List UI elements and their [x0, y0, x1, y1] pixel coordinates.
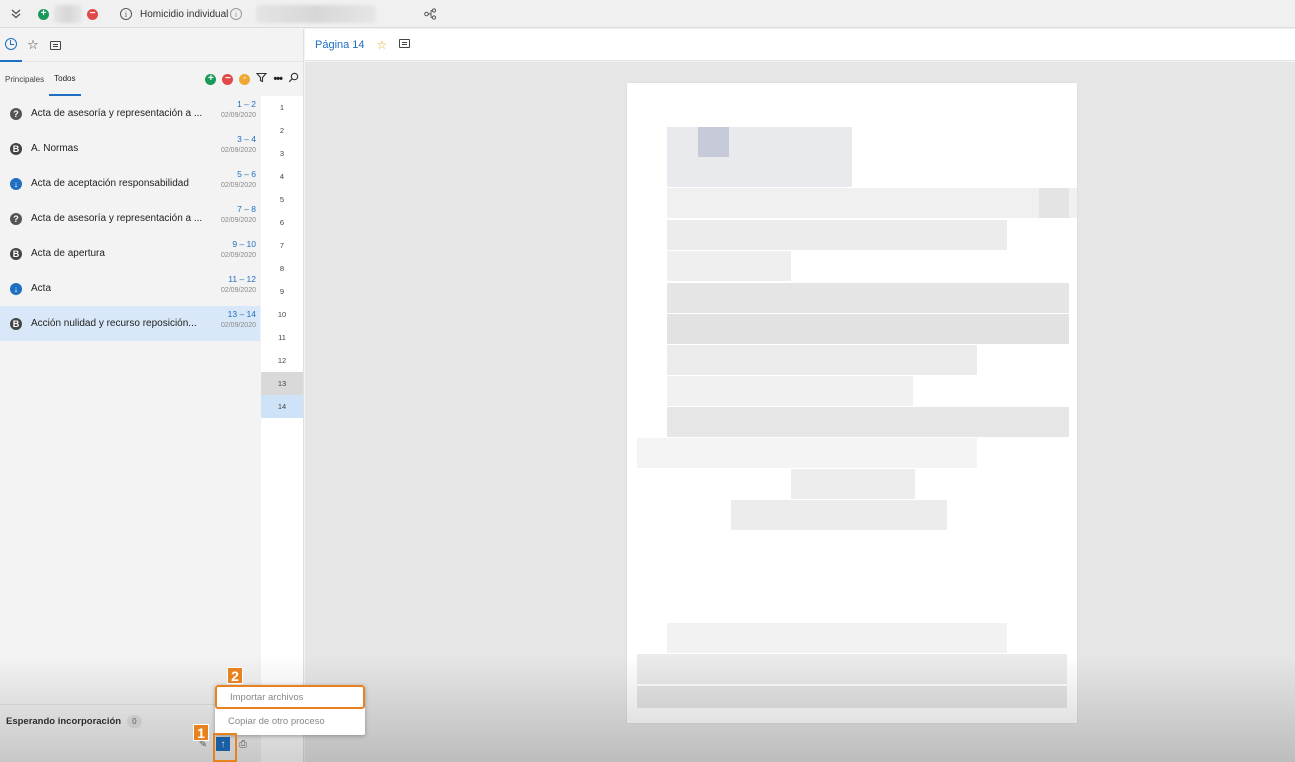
redacted-field — [54, 5, 82, 23]
filter-bar: Principales Todos + − · ••• — [0, 62, 303, 96]
comment-icon[interactable] — [399, 38, 411, 51]
b-icon: B — [10, 247, 22, 260]
list-item[interactable]: B A. Normas 3 – 4 02/09/2020 — [0, 131, 260, 166]
waiting-count-badge: 0 — [127, 714, 142, 728]
comment-icon — [49, 40, 61, 50]
page-title: Página 14 — [315, 38, 365, 51]
document-title: A. Normas — [31, 143, 79, 154]
redacted-case-number — [256, 5, 376, 23]
page-range: 13 – 14 — [227, 309, 256, 319]
viewer-header: Página 14 ☆ — [305, 29, 1295, 61]
page-range: 9 – 10 — [232, 239, 256, 249]
collapse-chevrons-icon[interactable] — [10, 5, 22, 23]
list-item[interactable]: ? Acta de asesoría y representación a ..… — [0, 96, 260, 131]
page-range: 11 – 12 — [228, 274, 256, 284]
add-document-icon[interactable]: + — [205, 73, 217, 85]
page-number[interactable]: 7 — [261, 234, 303, 257]
document-title: Acta — [31, 283, 52, 294]
upload-highlight-ring — [213, 733, 237, 762]
clock-icon — [5, 38, 17, 50]
page-number[interactable]: 10 — [261, 303, 303, 326]
page-number-column: 1 2 3 4 5 6 7 8 9 10 11 12 13 14 — [261, 96, 303, 762]
page-number[interactable]: 9 — [261, 280, 303, 303]
document-date: 02/09/2020 — [220, 322, 256, 329]
page-number[interactable]: 2 — [261, 119, 303, 142]
case-info-icon[interactable]: i — [230, 5, 242, 23]
remove-button[interactable]: − — [87, 5, 98, 23]
add-button[interactable]: + — [38, 5, 49, 23]
download-icon: ↓ — [10, 282, 22, 295]
document-date: 02/09/2020 — [220, 217, 256, 224]
page-number[interactable]: 6 — [261, 211, 303, 234]
callout-1: 1 — [193, 724, 209, 741]
page-range: 5 – 6 — [237, 169, 256, 179]
star-icon: ☆ — [27, 37, 39, 52]
tab-comments[interactable] — [44, 29, 66, 62]
document-viewer — [305, 62, 1295, 762]
document-date: 02/09/2020 — [220, 252, 256, 259]
document-title: Acta de asesoría y representación a ... — [31, 213, 203, 224]
page-number[interactable]: 4 — [261, 165, 303, 188]
document-title: Acta de aceptación responsabilidad — [31, 178, 189, 189]
page-range: 7 – 8 — [237, 204, 256, 214]
panel-tabs: ☆ — [0, 29, 303, 62]
page-number[interactable]: 11 — [261, 326, 303, 349]
waiting-label: Esperando incorporación — [6, 715, 122, 727]
page-range: 1 – 2 — [237, 99, 256, 109]
search-icon[interactable] — [288, 72, 299, 86]
b-icon: B — [10, 142, 22, 155]
more-icon[interactable]: ••• — [273, 73, 283, 85]
tab-recent[interactable] — [0, 29, 22, 62]
page-number[interactable]: 5 — [261, 188, 303, 211]
list-item-selected[interactable]: B Acción nulidad y recurso reposición...… — [0, 306, 260, 341]
favorite-star-icon[interactable]: ☆ — [377, 38, 388, 52]
document-list: ? Acta de asesoría y representación a ..… — [0, 96, 260, 341]
question-icon: ? — [10, 212, 22, 225]
list-item[interactable]: ↓ Acta de aceptación responsabilidad 5 –… — [0, 166, 260, 201]
copy-from-process-option[interactable]: Copiar de otro proceso — [215, 709, 365, 733]
info-icon: i — [120, 5, 132, 23]
tab-todos[interactable]: Todos — [49, 62, 81, 96]
remove-document-icon[interactable]: − — [222, 73, 234, 85]
document-title: Acta de asesoría y representación a ... — [31, 108, 203, 119]
filter-tools: + − · ••• — [205, 72, 299, 86]
page-number[interactable]: 8 — [261, 257, 303, 280]
page-number[interactable]: 3 — [261, 142, 303, 165]
callout-2: 2 — [227, 667, 243, 684]
tab-principales[interactable]: Principales — [0, 62, 49, 96]
question-icon: ? — [10, 107, 22, 120]
document-date: 02/09/2020 — [220, 287, 256, 294]
case-title: Homicidio individual — [140, 8, 229, 20]
document-page — [627, 83, 1077, 723]
import-files-option[interactable]: Importar archivos — [215, 685, 365, 709]
list-item[interactable]: ↓ Acta 11 – 12 02/09/2020 — [0, 271, 260, 306]
document-date: 02/09/2020 — [220, 182, 256, 189]
document-title: Acta de apertura — [31, 248, 105, 259]
tag-icon[interactable]: · — [239, 73, 251, 85]
document-date: 02/09/2020 — [220, 147, 256, 154]
page-number[interactable]: 12 — [261, 349, 303, 372]
print-icon[interactable]: ⎙ — [236, 737, 250, 751]
page-range: 3 – 4 — [237, 134, 256, 144]
left-panel: ☆ Principales Todos + − · ••• ? Acta de … — [0, 29, 304, 762]
tab-favorites[interactable]: ☆ — [22, 29, 44, 62]
page-number[interactable]: 1 — [261, 96, 303, 119]
list-item[interactable]: B Acta de apertura 9 – 10 02/09/2020 — [0, 236, 260, 271]
b-icon: B — [10, 317, 22, 330]
document-date: 02/09/2020 — [220, 112, 256, 119]
top-bar: + − i Homicidio individual i — [0, 0, 1295, 28]
page-number[interactable]: 13 — [261, 372, 303, 395]
document-title: Acción nulidad y recurso reposición... — [31, 318, 197, 329]
workflow-icon[interactable] — [424, 5, 437, 23]
list-item[interactable]: ? Acta de asesoría y representación a ..… — [0, 201, 260, 236]
download-icon: ↓ — [10, 177, 22, 190]
page-number-current[interactable]: 14 — [261, 395, 303, 418]
upload-menu: Importar archivos Copiar de otro proceso — [215, 685, 365, 735]
filter-icon[interactable] — [256, 72, 268, 86]
